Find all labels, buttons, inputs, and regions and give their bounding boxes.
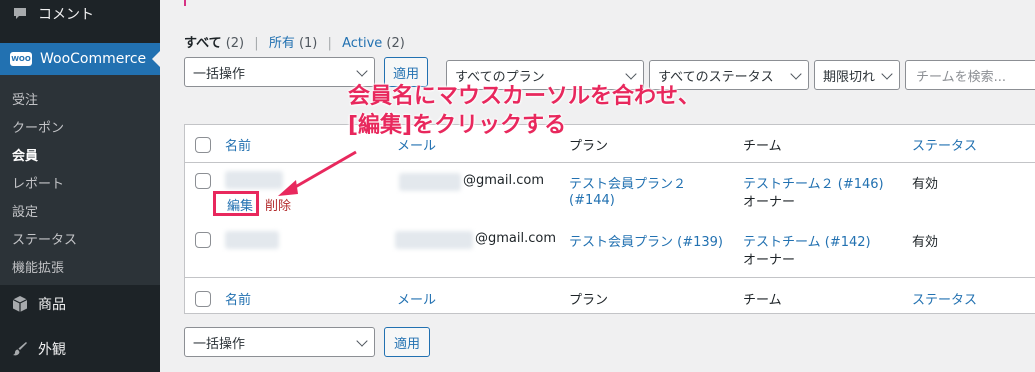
annotation-arrow: [278, 150, 357, 196]
